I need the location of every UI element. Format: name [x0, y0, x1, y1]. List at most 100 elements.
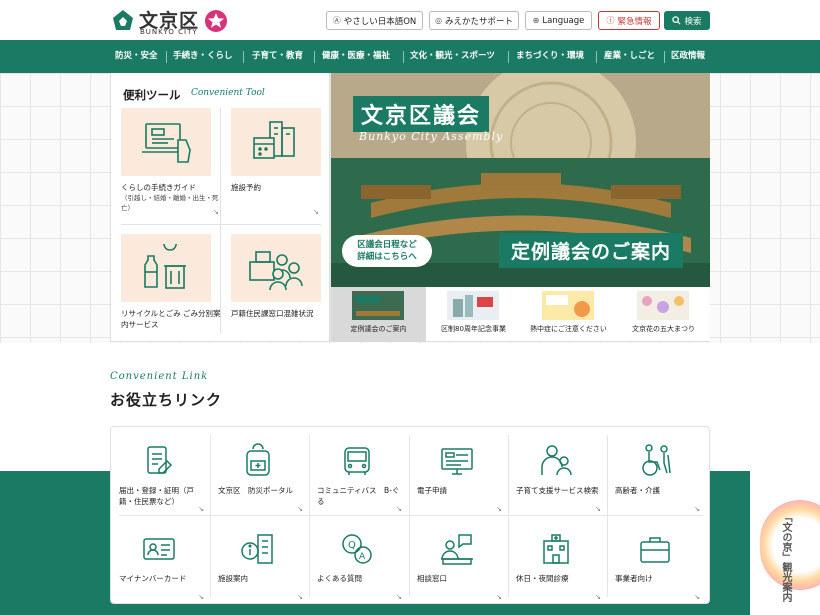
nav-item-admin[interactable]: 区政情報 — [671, 40, 705, 73]
hero-banner[interactable]: 文京区議会 Bunkyo City Assembly 区議会日程など 詳細はこち… — [331, 73, 710, 287]
link-e-application[interactable]: 電子申請 ↘ — [409, 431, 508, 515]
link-notifications[interactable]: 届出・登録・証明（戸籍・住民票など） ↘ — [111, 431, 210, 515]
global-nav: 防災・安全 手続き・くらし 子育て・教育 健康・医療・福祉 文化・観光・スポーツ… — [0, 40, 820, 73]
links-title: お役立ちリンク — [110, 391, 223, 409]
slide-caption: 定例議会のご案内 — [350, 325, 407, 333]
arrow-icon: ↘ — [694, 593, 700, 601]
link-business[interactable]: 事業者向け ↘ — [607, 519, 706, 603]
tools-subtitle: Convenient Tool — [191, 88, 265, 98]
slide-thumb[interactable]: 定例議会のご案内 — [331, 287, 426, 342]
arrow-icon: ↘ — [313, 208, 319, 216]
slide-thumbnails: 定例議会のご案内 区制80周年記念事業 熱中症にご注意ください 文京花の五大まつ… — [331, 287, 710, 342]
tourism-badge-label: 「文の京」観光案内 — [780, 512, 791, 602]
hero-caption: 定例議会のご案内 — [499, 233, 684, 268]
nav-item-health[interactable]: 健康・医療・福祉 — [322, 40, 390, 73]
language-button[interactable]: ⊕ Language — [525, 11, 592, 30]
link-faq[interactable]: QA よくある質問 ↘ — [309, 519, 408, 603]
hero-title: 文京区議会 — [353, 96, 490, 132]
tool-label: 施設予約 — [231, 183, 261, 192]
slide-thumb-image — [352, 291, 404, 320]
nav-separator — [508, 51, 509, 63]
hero-subtitle: Bunkyo City Assembly — [359, 130, 504, 143]
bus-icon — [344, 447, 370, 475]
tool-thumb — [231, 108, 321, 176]
divider — [119, 515, 703, 516]
arrow-icon: ↘ — [595, 505, 601, 513]
site-logo[interactable]: 文京区 BUNKYO CITY — [111, 6, 231, 36]
tool-label: くらしの手続きガイド — [121, 183, 196, 192]
arrow-icon: ↘ — [396, 505, 402, 513]
link-holiday-clinic[interactable]: 休日・夜間診療 ↘ — [508, 519, 607, 603]
calendar-building-icon — [253, 121, 295, 159]
parent-child-icon — [541, 445, 572, 476]
search-icon — [672, 16, 682, 25]
hero-detail-button[interactable]: 区議会日程など 詳細はこちらへ — [342, 235, 432, 267]
monitor-form-icon — [441, 448, 473, 475]
slide-caption: 熱中症にご注意ください — [530, 325, 607, 333]
divider — [121, 224, 321, 225]
svg-text:Q: Q — [348, 540, 356, 551]
links-subtitle: Convenient Link — [110, 371, 209, 382]
emergency-info-button[interactable]: ⓘ 緊急情報 — [598, 11, 660, 30]
logo-subtitle: BUNKYO CITY — [140, 28, 198, 36]
easy-japanese-icon: Ⓐ — [332, 16, 341, 25]
link-disaster-portal[interactable]: 文京区 防災ポータル ↘ — [210, 431, 309, 515]
link-my-number-card[interactable]: マイナンバーカード ↘ — [111, 519, 210, 603]
nav-item-town[interactable]: まちづくり・環境 — [516, 40, 584, 73]
arrow-icon: ↘ — [213, 208, 219, 216]
nav-item-disaster[interactable]: 防災・安全 — [115, 40, 158, 73]
nav-separator — [314, 51, 315, 63]
laptop-hand-icon — [142, 123, 191, 163]
crowd-counter-icon — [249, 251, 303, 291]
tool-item-life-guide[interactable]: くらしの手続きガイド （引越し・結婚・離婚・出生・死亡） ↘ — [121, 108, 221, 218]
nav-item-procedures[interactable]: 手続き・くらし — [173, 40, 233, 73]
link-community-bus[interactable]: コミュニティバス B-ぐる ↘ — [309, 431, 408, 515]
link-elderly-care[interactable]: 高齢者・介護 ↘ — [607, 431, 706, 515]
briefcase-icon — [640, 537, 670, 563]
tool-label: リサイクルとごみ ごみ分別案内サービス — [121, 309, 221, 329]
qa-bubble-icon: QA — [342, 534, 372, 564]
slide-thumb[interactable]: 熱中症にご注意ください — [521, 287, 616, 342]
nav-item-childcare[interactable]: 子育て・教育 — [252, 40, 303, 73]
convenient-tools-panel: 便利ツール Convenient Tool くらしの手続きガイド （引越し・結婚… — [110, 73, 330, 342]
tool-thumb — [231, 234, 321, 302]
search-button[interactable]: 検索 — [664, 11, 710, 30]
viewing-support-button[interactable]: ◎ みえかたサポート — [429, 11, 519, 30]
hospital-icon — [543, 534, 569, 564]
site-header: 文京区 BUNKYO CITY Ⓐ やさしい日本語ON ◎ みえかたサポート ⊕ La… — [0, 0, 820, 40]
eye-icon: ◎ — [435, 16, 442, 25]
slide-thumb[interactable]: 文京花の五大まつり — [616, 287, 711, 342]
document-pen-icon — [147, 446, 173, 474]
slide-thumb-image — [542, 291, 594, 320]
arrow-icon: ↘ — [198, 505, 204, 513]
nav-separator — [596, 51, 597, 63]
slide-caption: 区制80周年記念事業 — [441, 325, 506, 333]
alert-icon: ⓘ — [606, 16, 615, 25]
arrow-icon: ↘ — [694, 505, 700, 513]
tool-item-recycle[interactable]: リサイクルとごみ ごみ分別案内サービス — [121, 234, 221, 334]
tool-note: （引越し・結婚・離婚・出生・死亡） — [121, 194, 219, 212]
convenient-links-panel: 届出・登録・証明（戸籍・住民票など） ↘ 文京区 防災ポータル ↘ コミュニティ… — [110, 426, 710, 604]
link-childcare-search[interactable]: 子育て支援サービス検索 ↘ — [508, 431, 607, 515]
svg-text:A: A — [359, 552, 366, 562]
arrow-icon: ↘ — [198, 593, 204, 601]
tools-title: 便利ツール — [123, 88, 181, 102]
arrow-icon: ↘ — [496, 593, 502, 601]
bunkyo-emblem-icon — [113, 10, 133, 30]
nav-item-industry[interactable]: 産業・しごと — [604, 40, 655, 73]
tool-item-facility-reservation[interactable]: 施設予約 ↘ — [231, 108, 331, 218]
globe-icon: ⊕ — [532, 16, 540, 25]
backpack-icon — [246, 443, 270, 476]
slide-caption: 文京花の五大まつり — [632, 325, 695, 333]
wheelchair-icon — [642, 444, 671, 476]
star-badge-icon — [205, 10, 227, 32]
easy-japanese-button[interactable]: Ⓐ やさしい日本語ON — [326, 11, 423, 30]
link-facility-guide[interactable]: 施設案内 ↘ — [210, 519, 309, 603]
tool-thumb — [121, 234, 211, 302]
link-consultation[interactable]: 相談窓口 ↘ — [409, 519, 508, 603]
nav-item-culture[interactable]: 文化・観光・スポーツ — [410, 40, 495, 73]
arrow-icon: ↘ — [297, 505, 303, 513]
tool-item-counter-congestion[interactable]: 戸籍住民課窓口混雑状況 — [231, 234, 331, 334]
tool-thumb — [121, 108, 211, 176]
slide-thumb[interactable]: 区制80周年記念事業 — [426, 287, 521, 342]
